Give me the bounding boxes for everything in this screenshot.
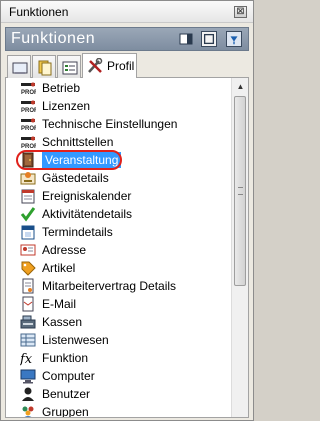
item-label: Listenwesen bbox=[42, 333, 109, 347]
item-label: Veranstaltung bbox=[42, 152, 122, 168]
item-label: Technische Einstellungen bbox=[42, 117, 178, 131]
list-item-termindetails[interactable]: Termindetails bbox=[18, 223, 228, 241]
list-item-gaestedetails[interactable]: Gästedetails bbox=[18, 169, 228, 187]
item-label: Schnittstellen bbox=[42, 135, 114, 149]
checkmark-icon bbox=[20, 207, 36, 222]
item-label: Kassen bbox=[42, 315, 83, 329]
svg-text:PROFIL: PROFIL bbox=[21, 108, 36, 114]
item-label: Computer bbox=[42, 369, 95, 383]
item-label: Mitarbeitervertrag Details bbox=[42, 279, 177, 293]
profil-key-icon: PROFIL bbox=[21, 136, 36, 150]
scrollbar-thumb[interactable] bbox=[234, 96, 246, 286]
list-item-betrieb[interactable]: PROFIL Betrieb bbox=[18, 79, 228, 97]
profil-key-icon: PROFIL bbox=[21, 118, 36, 132]
item-label: Benutzer bbox=[42, 387, 91, 401]
vertical-scrollbar[interactable]: ▲ bbox=[231, 78, 248, 417]
form-icon bbox=[62, 61, 78, 75]
item-label: E-Mail bbox=[42, 297, 77, 311]
svg-text:fx: fx bbox=[20, 352, 33, 366]
list-item-lizenzen[interactable]: PROFIL Lizenzen bbox=[18, 97, 228, 115]
guest-card-icon bbox=[20, 172, 36, 185]
cash-register-icon bbox=[20, 315, 36, 329]
list-item-ereigniskalender[interactable]: Ereigniskalender bbox=[18, 187, 228, 205]
profil-key-icon: PROFIL bbox=[21, 100, 36, 114]
list-item-mitarbeitervertrag-details[interactable]: Mitarbeitervertrag Details bbox=[18, 277, 228, 295]
maximize-icon[interactable] bbox=[201, 31, 217, 47]
item-label: Adresse bbox=[42, 243, 87, 257]
scroll-up-icon[interactable]: ▲ bbox=[233, 79, 248, 94]
computer-icon bbox=[20, 369, 36, 384]
tab-monitor[interactable] bbox=[7, 55, 31, 78]
list-item-e-mail[interactable]: E-Mail bbox=[18, 295, 228, 313]
window-title: Funktionen bbox=[9, 5, 69, 19]
tools-icon bbox=[88, 58, 103, 73]
tab-form[interactable] bbox=[57, 55, 81, 78]
tab-profil[interactable]: Profil bbox=[82, 53, 137, 79]
fx-icon: fx bbox=[20, 352, 33, 366]
event-door-icon bbox=[22, 152, 34, 168]
item-label: Gruppen bbox=[42, 405, 89, 418]
appointment-icon bbox=[21, 225, 35, 240]
list-item-benutzer[interactable]: Benutzer bbox=[18, 385, 228, 403]
close-icon[interactable]: ⊠ bbox=[234, 6, 247, 18]
window-layout-icon[interactable] bbox=[178, 31, 194, 47]
panel-title: Funktionen bbox=[11, 30, 96, 47]
functions-window: Funktionen ⊠ Funktionen Profil PRO Betri… bbox=[0, 0, 254, 421]
list-item-funktion[interactable]: fx Funktion bbox=[18, 349, 228, 367]
list-item-gruppen[interactable]: Gruppen bbox=[18, 403, 228, 418]
window-titlebar[interactable]: Funktionen ⊠ bbox=[1, 1, 253, 23]
list-item-adresse[interactable]: Adresse bbox=[18, 241, 228, 259]
list-item-kassen[interactable]: Kassen bbox=[18, 313, 228, 331]
calendar-icon bbox=[21, 189, 35, 204]
profil-key-icon: PROFIL bbox=[21, 82, 36, 96]
pin-icon[interactable] bbox=[226, 31, 242, 47]
list-item-schnittstellen[interactable]: PROFIL Schnittstellen bbox=[18, 133, 228, 151]
item-label: Funktion bbox=[42, 351, 89, 365]
list-item-listenwesen[interactable]: Listenwesen bbox=[18, 331, 228, 349]
tag-icon bbox=[21, 261, 36, 276]
tab-documents[interactable] bbox=[32, 55, 56, 78]
svg-text:PROFIL: PROFIL bbox=[21, 144, 36, 150]
list-item-artikel[interactable]: Artikel bbox=[18, 259, 228, 277]
group-icon bbox=[22, 406, 34, 417]
contract-icon bbox=[22, 278, 34, 294]
svg-text:PROFIL: PROFIL bbox=[21, 90, 36, 96]
list-item-computer[interactable]: Computer bbox=[18, 367, 228, 385]
function-list[interactable]: PROFIL Betrieb PROFIL Lizenzen PROFIL Te… bbox=[5, 78, 249, 418]
item-label: Termindetails bbox=[42, 225, 113, 239]
grip-icon bbox=[238, 187, 243, 195]
item-label: Gästedetails bbox=[42, 171, 109, 185]
list-item-veranstaltung[interactable]: Veranstaltung bbox=[16, 150, 228, 170]
item-label: Lizenzen bbox=[42, 99, 91, 113]
item-label: Betrieb bbox=[42, 81, 81, 95]
list-item-aktivitaetendetails[interactable]: Aktivitätendetails bbox=[18, 205, 228, 223]
tab-profil-label: Profil bbox=[107, 59, 135, 73]
item-label: Ereigniskalender bbox=[42, 189, 132, 203]
user-icon bbox=[22, 387, 34, 401]
address-card-icon bbox=[20, 244, 36, 256]
item-label: Aktivitätendetails bbox=[42, 207, 133, 221]
monitor-icon bbox=[12, 62, 28, 74]
svg-text:PROFIL: PROFIL bbox=[21, 126, 36, 132]
list-item-technische-einstellungen[interactable]: PROFIL Technische Einstellungen bbox=[18, 115, 228, 133]
documents-icon bbox=[38, 60, 52, 76]
panel-header: Funktionen bbox=[5, 27, 249, 51]
email-icon bbox=[22, 296, 34, 312]
list-icon bbox=[20, 333, 36, 347]
item-label: Artikel bbox=[42, 261, 76, 275]
tab-strip: Profil bbox=[5, 53, 249, 79]
